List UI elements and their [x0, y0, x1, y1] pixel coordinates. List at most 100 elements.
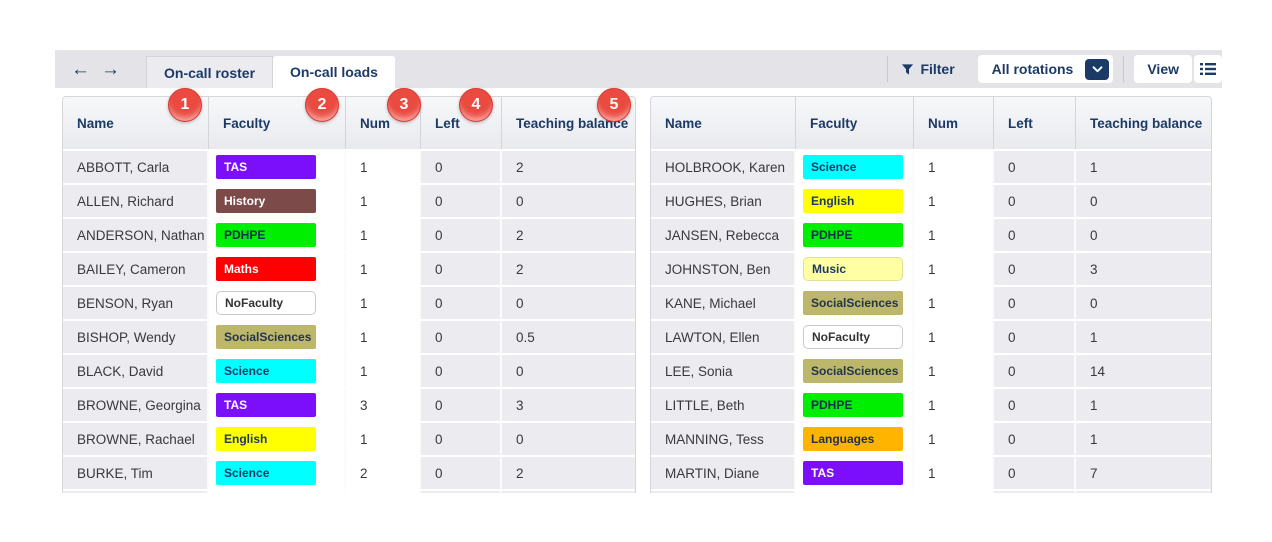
num-cell[interactable]: 2: [346, 457, 421, 489]
num-cell[interactable]: 1: [914, 423, 994, 455]
faculty-badge[interactable]: Science: [216, 461, 316, 485]
name-cell[interactable]: LAWTON, Ellen: [651, 321, 796, 353]
num-cell[interactable]: 1: [346, 355, 421, 387]
name-cell[interactable]: ANDERSON, Nathan: [63, 219, 209, 251]
num-cell[interactable]: 1: [914, 151, 994, 183]
left-cell[interactable]: 0: [421, 321, 502, 353]
num-cell[interactable]: 1: [914, 321, 994, 353]
faculty-badge[interactable]: TAS: [216, 155, 316, 179]
num-cell[interactable]: 1: [914, 389, 994, 421]
faculty-cell[interactable]: PDHPE: [796, 389, 914, 421]
faculty-badge[interactable]: Maths: [216, 257, 316, 281]
teaching-balance-cell[interactable]: 2: [502, 219, 635, 251]
left-cell[interactable]: 0: [994, 423, 1076, 455]
name-cell[interactable]: BISHOP, Wendy: [63, 321, 209, 353]
name-cell[interactable]: BLACK, David: [63, 355, 209, 387]
faculty-badge[interactable]: TAS: [803, 461, 903, 485]
left-cell[interactable]: 0: [421, 457, 502, 489]
num-cell[interactable]: 1: [914, 253, 994, 285]
name-cell[interactable]: JANSEN, Rebecca: [651, 219, 796, 251]
num-cell[interactable]: 1: [346, 321, 421, 353]
left-cell[interactable]: 0: [421, 253, 502, 285]
teaching-balance-cell[interactable]: 14: [1076, 355, 1211, 387]
left-cell[interactable]: 0: [994, 287, 1076, 319]
faculty-badge[interactable]: English: [216, 427, 316, 451]
filter-button[interactable]: Filter: [888, 61, 967, 77]
faculty-badge[interactable]: NoFaculty: [216, 291, 316, 315]
left-cell[interactable]: 0: [421, 185, 502, 217]
teaching-balance-cell[interactable]: 0: [502, 185, 635, 217]
faculty-cell[interactable]: English: [796, 185, 914, 217]
faculty-badge[interactable]: Science: [216, 359, 316, 383]
faculty-cell[interactable]: NoFaculty: [796, 321, 914, 353]
num-cell[interactable]: 1: [346, 219, 421, 251]
left-cell[interactable]: 0: [421, 389, 502, 421]
num-cell[interactable]: 1: [914, 287, 994, 319]
faculty-badge[interactable]: History: [216, 189, 316, 213]
left-cell[interactable]: 0: [421, 423, 502, 455]
faculty-cell[interactable]: SocialSciences: [796, 287, 914, 319]
name-cell[interactable]: BAILEY, Cameron: [63, 253, 209, 285]
faculty-badge[interactable]: SocialSciences: [216, 325, 316, 349]
faculty-cell[interactable]: PDHPE: [796, 219, 914, 251]
name-cell[interactable]: HOLBROOK, Karen: [651, 151, 796, 183]
left-cell[interactable]: 0: [994, 355, 1076, 387]
teaching-balance-cell[interactable]: 1: [1076, 389, 1211, 421]
faculty-cell[interactable]: English: [209, 423, 346, 455]
teaching-balance-cell[interactable]: 1: [1076, 321, 1211, 353]
faculty-badge[interactable]: SocialSciences: [803, 291, 903, 315]
faculty-cell[interactable]: Languages: [796, 423, 914, 455]
faculty-badge[interactable]: Music: [803, 257, 903, 281]
view-button[interactable]: View: [1134, 55, 1192, 83]
faculty-cell[interactable]: Science: [209, 355, 346, 387]
num-cell[interactable]: 1: [346, 287, 421, 319]
name-cell[interactable]: BURKE, Tim: [63, 457, 209, 489]
name-cell[interactable]: MANNING, Tess: [651, 423, 796, 455]
faculty-badge[interactable]: TAS: [216, 393, 316, 417]
faculty-badge[interactable]: English: [803, 189, 903, 213]
left-cell[interactable]: 0: [994, 389, 1076, 421]
name-cell[interactable]: BROWNE, Georgina: [63, 389, 209, 421]
num-cell[interactable]: 1: [914, 219, 994, 251]
teaching-balance-cell[interactable]: 1: [1076, 151, 1211, 183]
teaching-balance-cell[interactable]: 7: [1076, 457, 1211, 489]
teaching-balance-cell[interactable]: 0: [502, 287, 635, 319]
faculty-badge[interactable]: PDHPE: [216, 223, 316, 247]
left-cell[interactable]: 0: [421, 287, 502, 319]
name-cell[interactable]: BROWNE, Rachael: [63, 423, 209, 455]
faculty-badge[interactable]: SocialSciences: [803, 359, 903, 383]
faculty-cell[interactable]: Science: [796, 151, 914, 183]
faculty-cell[interactable]: TAS: [796, 457, 914, 489]
teaching-balance-cell[interactable]: 3: [1076, 253, 1211, 285]
faculty-cell[interactable]: PDHPE: [209, 219, 346, 251]
left-cell[interactable]: 0: [994, 185, 1076, 217]
name-cell[interactable]: KANE, Michael: [651, 287, 796, 319]
left-cell[interactable]: 0: [994, 151, 1076, 183]
faculty-badge[interactable]: Science: [803, 155, 903, 179]
num-cell[interactable]: 1: [914, 355, 994, 387]
teaching-balance-cell[interactable]: 1: [1076, 423, 1211, 455]
name-cell[interactable]: LITTLE, Beth: [651, 389, 796, 421]
faculty-cell[interactable]: TAS: [209, 389, 346, 421]
teaching-balance-cell[interactable]: 2: [502, 457, 635, 489]
name-cell[interactable]: ABBOTT, Carla: [63, 151, 209, 183]
faculty-badge[interactable]: PDHPE: [803, 223, 903, 247]
num-cell[interactable]: 1: [346, 185, 421, 217]
teaching-balance-cell[interactable]: 0: [1076, 185, 1211, 217]
faculty-cell[interactable]: Maths: [209, 253, 346, 285]
left-cell[interactable]: 0: [994, 457, 1076, 489]
faculty-cell[interactable]: SocialSciences: [796, 355, 914, 387]
forward-arrow-icon[interactable]: →: [101, 60, 120, 79]
teaching-balance-cell[interactable]: 2: [502, 253, 635, 285]
faculty-cell[interactable]: TAS: [209, 151, 346, 183]
rotations-dropdown[interactable]: All rotations: [977, 55, 1114, 83]
tab-on-call-loads[interactable]: On-call loads: [273, 56, 395, 88]
num-cell[interactable]: 3: [346, 389, 421, 421]
left-cell[interactable]: 0: [421, 355, 502, 387]
name-cell[interactable]: LEE, Sonia: [651, 355, 796, 387]
num-cell[interactable]: 1: [346, 253, 421, 285]
name-cell[interactable]: MARTIN, Diane: [651, 457, 796, 489]
teaching-balance-cell[interactable]: 2: [502, 151, 635, 183]
faculty-cell[interactable]: NoFaculty: [209, 287, 346, 319]
teaching-balance-cell[interactable]: 0: [502, 355, 635, 387]
